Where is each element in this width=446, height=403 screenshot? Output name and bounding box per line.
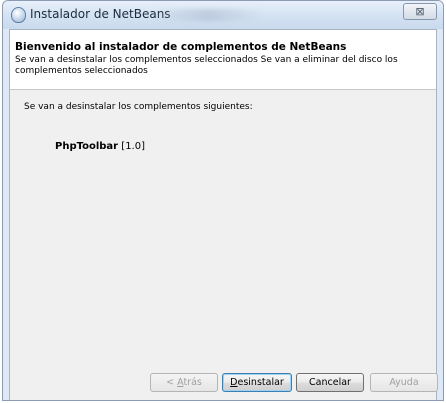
help-button-label: Ayuda <box>389 377 419 388</box>
wizard-title: Bienvenido al instalador de complementos… <box>15 41 347 53</box>
plugin-version: [1.0] <box>121 141 146 152</box>
netbeans-app-icon <box>11 7 26 23</box>
cancel-button[interactable]: Cancelar <box>296 373 364 392</box>
title-bar[interactable]: Instalador de NetBeans ⊠ <box>3 1 443 29</box>
uninstall-button-label: esinstalar <box>237 377 284 388</box>
uninstall-button[interactable]: Desinstalar <box>222 373 292 392</box>
back-button[interactable]: < Atrás <box>150 373 218 392</box>
wizard-header: Bienvenido al instalador de complementos… <box>10 30 436 90</box>
wizard-description: Se van a desinstalar los complementos se… <box>15 55 398 76</box>
back-button-label: trás <box>183 377 202 388</box>
close-icon: ⊠ <box>415 5 425 18</box>
window-title: Instalador de NetBeans <box>30 7 171 21</box>
uninstall-button-mnemonic: D <box>230 377 238 388</box>
cancel-button-label: Cancelar <box>309 377 351 388</box>
wizard-content: Se van a desinstalar los complementos si… <box>10 90 436 400</box>
installer-window: Instalador de NetBeans ⊠ Bienvenido al i… <box>2 0 444 401</box>
close-button[interactable]: ⊠ <box>403 3 437 20</box>
title-bar-blur <box>153 9 263 21</box>
plugin-name: PhpToolbar <box>55 141 119 152</box>
back-button-prefix: < <box>166 377 178 388</box>
plugins-list-label: Se van a desinstalar los complementos si… <box>24 102 253 112</box>
help-button[interactable]: Ayuda <box>370 373 438 392</box>
dialog-client-area: Bienvenido al instalador de complementos… <box>9 29 437 400</box>
plugin-item: PhpToolbar [1.0] <box>55 141 145 152</box>
